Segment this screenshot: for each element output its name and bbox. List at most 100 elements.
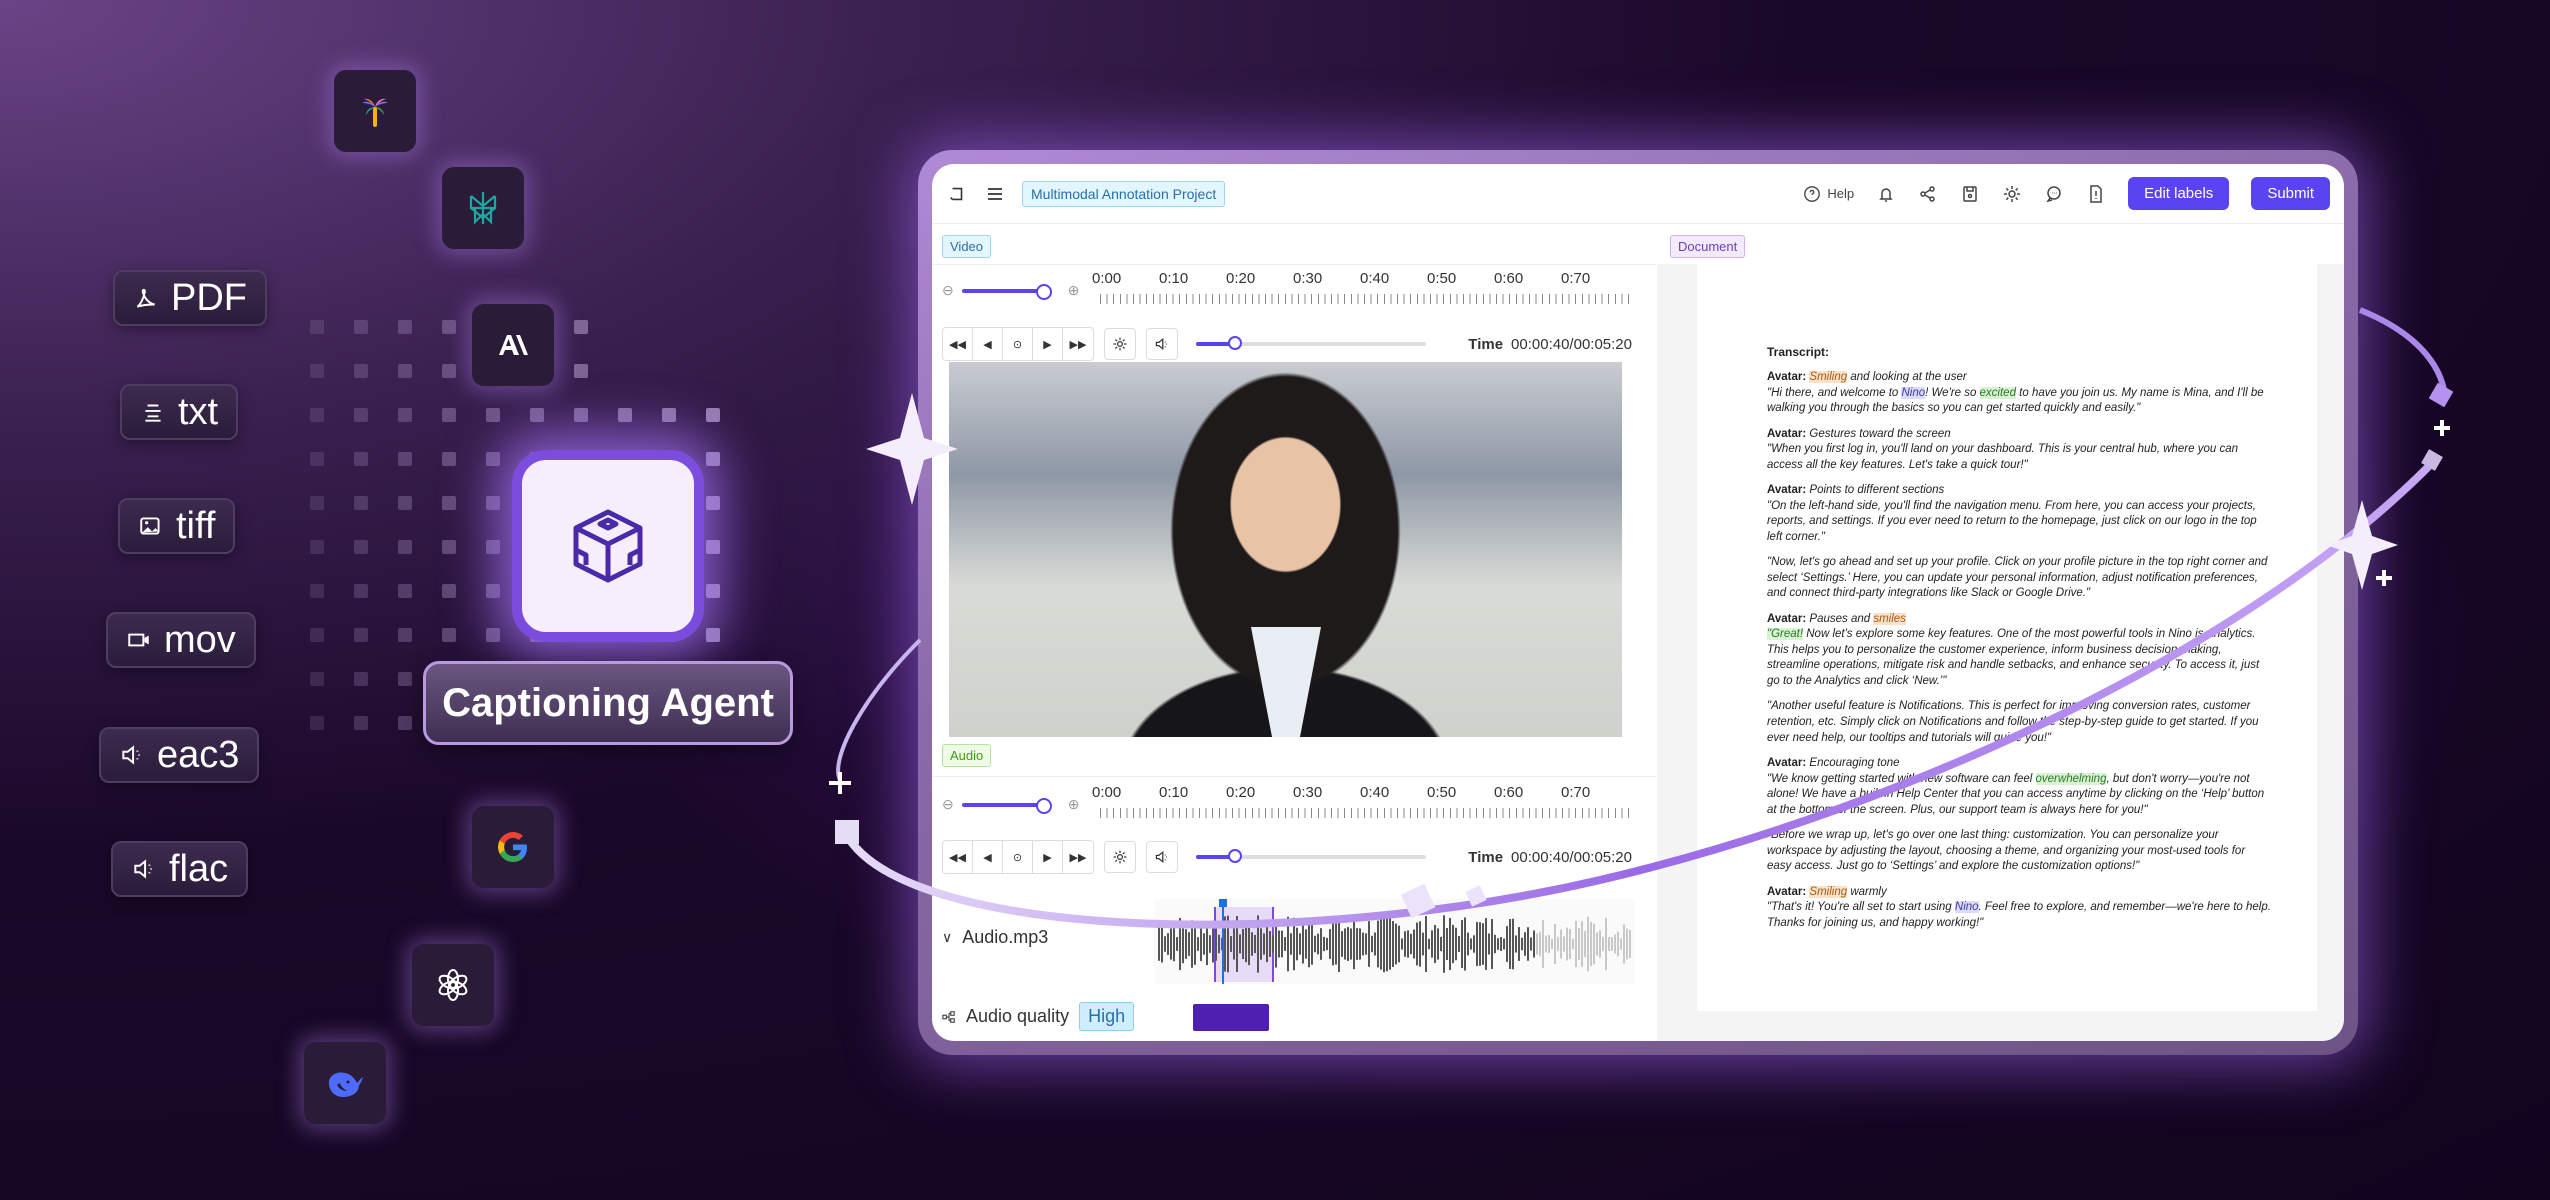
fast-forward-button[interactable]: ▶▶ (1063, 841, 1093, 873)
waveform-bar (1485, 918, 1487, 970)
palm-tree-icon (362, 98, 388, 127)
grid-dot (706, 584, 720, 598)
grid-dot (398, 628, 412, 642)
sentiment-annotation[interactable]: excited (1979, 386, 2016, 399)
waveform-bar (1251, 932, 1253, 956)
help-label: Help (1827, 186, 1855, 201)
waveform-bar (1317, 933, 1319, 955)
speaker-label: Avatar: (1767, 885, 1810, 898)
waveform-bar (1275, 920, 1277, 968)
waveform-bar (1407, 930, 1409, 958)
waveform-bar (1410, 933, 1412, 955)
mute-button[interactable] (1146, 841, 1178, 873)
waveform-bar (1239, 934, 1241, 954)
waveform-bar (1533, 930, 1535, 958)
stage-direction: Encouraging tone (1809, 757, 1900, 770)
waveform-bar (1179, 917, 1181, 971)
settings-button[interactable] (1104, 328, 1136, 360)
audio-quality-badge[interactable]: High (1079, 1002, 1135, 1031)
grid-dot (398, 320, 412, 334)
video-volume-slider[interactable] (1196, 336, 1426, 350)
grid-dot (706, 628, 720, 642)
waveform-bar (1422, 932, 1424, 956)
playhead-handle[interactable] (1219, 899, 1227, 907)
emotion-annotation[interactable]: Smiling (1809, 371, 1848, 384)
entity-annotation[interactable]: Nino (1954, 901, 1979, 914)
rewind-button[interactable]: ◀◀ (943, 328, 973, 360)
rewind-button[interactable]: ◀◀ (943, 841, 973, 873)
bell-icon[interactable] (1876, 184, 1896, 204)
sentiment-annotation[interactable]: overwhelming (2035, 772, 2107, 785)
grid-dot (442, 496, 456, 510)
speaker-label: Avatar: (1767, 757, 1810, 770)
save-icon[interactable] (1960, 184, 1980, 204)
edit-labels-button[interactable]: Edit labels (2128, 177, 2230, 210)
play-button[interactable]: ⊙ (1003, 841, 1033, 873)
audio-volume-slider[interactable] (1196, 849, 1426, 863)
section-divider (932, 776, 1657, 777)
waveform-bar (1314, 935, 1316, 953)
volume-knob[interactable] (1228, 336, 1243, 350)
waveform-bar (1344, 928, 1346, 960)
step-forward-button[interactable]: ▶ (1033, 841, 1063, 873)
perplexity-icon (469, 192, 497, 225)
zoom-in-icon[interactable]: ⊕ (1068, 282, 1080, 299)
transcript-blocks: Avatar: Smiling and looking at the user "… (1767, 370, 2271, 931)
waveform-bar (1614, 934, 1616, 954)
spoken-line: "We know getting started with new softwa… (1767, 772, 2265, 816)
comments-icon[interactable] (2044, 184, 2064, 204)
settings-button[interactable] (1104, 841, 1136, 873)
waveform-bar (1326, 937, 1328, 951)
audio-quality-label: Audio quality (966, 1006, 1070, 1026)
waveform-bar (1413, 929, 1415, 959)
grid-dot (398, 496, 412, 510)
audio-zoom-slider[interactable] (961, 797, 1052, 814)
document-alert-icon[interactable] (2086, 184, 2106, 204)
fast-forward-button[interactable]: ▶▶ (1063, 328, 1093, 360)
emotion-annotation[interactable]: smiles (1873, 612, 1906, 625)
waveform-bar (1365, 933, 1367, 955)
playback-buttons: ◀◀ ◀ ⊙ ▶ ▶▶ (942, 840, 1094, 874)
video-zoom-slider[interactable] (961, 283, 1052, 300)
audio-waveform[interactable] (1154, 899, 1634, 984)
waveform-bar (1227, 915, 1229, 973)
audio-time-ruler[interactable]: 0:00 0:10 0:20 0:30 0:40 0:50 0:60 0:70 (1092, 784, 1632, 824)
waveform-bar (1539, 931, 1541, 957)
entity-annotation[interactable]: Nino (1901, 386, 1926, 399)
help-button[interactable]: Help (1803, 185, 1854, 203)
mute-button[interactable] (1146, 328, 1178, 360)
volume-knob[interactable] (1228, 849, 1243, 863)
menu-icon[interactable] (984, 183, 1006, 205)
waveform-bar (1593, 923, 1595, 965)
sentiment-annotation[interactable]: "Great! (1767, 628, 1804, 641)
file-chip-eac3: eac3 (99, 727, 260, 783)
audio-track: ∨ Audio.mp3 (932, 889, 1637, 989)
share-icon[interactable] (1918, 184, 1938, 204)
step-forward-button[interactable]: ▶ (1033, 328, 1063, 360)
waveform-bar (1419, 921, 1421, 967)
audio-track-name: Audio.mp3 (962, 927, 1049, 947)
ruler-label: 0:40 (1360, 784, 1390, 801)
video-timeline: ⊖ ⊕ 0:00 0:10 0:20 0:30 0:40 0:50 0:60 0:70 (942, 270, 1632, 310)
play-button[interactable]: ⊙ (1003, 328, 1033, 360)
emotion-annotation[interactable]: Smiling (1809, 885, 1848, 898)
audio-track-toggle[interactable]: ∨ Audio.mp3 (942, 927, 1048, 948)
video-controls: ◀◀ ◀ ⊙ ▶ ▶▶ Time 00:00:40/00:05:20 (942, 327, 1632, 361)
gear-icon[interactable] (2002, 184, 2022, 204)
zoom-out-icon[interactable]: ⊖ (942, 796, 954, 813)
grid-dot (530, 408, 544, 422)
back-icon[interactable] (946, 183, 968, 205)
zoom-in-icon[interactable]: ⊕ (1068, 796, 1080, 813)
captioning-agent-tile[interactable] (512, 450, 704, 642)
playhead[interactable] (1222, 899, 1224, 984)
audio-quality-segment[interactable] (1193, 1004, 1269, 1031)
grid-dot (310, 364, 324, 378)
ruler-label: 0:00 (1092, 784, 1122, 801)
video-frame[interactable] (949, 362, 1622, 737)
submit-button[interactable]: Submit (2251, 177, 2330, 210)
step-back-button[interactable]: ◀ (973, 841, 1003, 873)
video-time-ruler[interactable]: 0:00 0:10 0:20 0:30 0:40 0:50 0:60 0:70 (1092, 270, 1632, 310)
zoom-out-icon[interactable]: ⊖ (942, 282, 954, 299)
spoken-line: "On the left-hand side, you'll find the … (1767, 499, 2257, 543)
step-back-button[interactable]: ◀ (973, 328, 1003, 360)
